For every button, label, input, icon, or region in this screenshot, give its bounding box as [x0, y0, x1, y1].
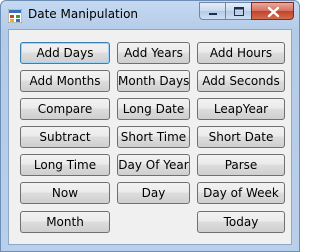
long-time-button[interactable]: Long Time: [20, 154, 110, 176]
minimize-button[interactable]: [199, 2, 225, 20]
app-window: Date Manipulation Add Days Add Years Add…: [0, 0, 300, 252]
day-button[interactable]: Day: [117, 182, 190, 204]
short-time-button[interactable]: Short Time: [117, 126, 190, 148]
form-client-area: Add Days Add Years Add Hours Add Months …: [8, 29, 292, 245]
maximize-button[interactable]: [225, 2, 251, 20]
day-of-week-button[interactable]: Day of Week: [197, 182, 285, 204]
add-hours-button[interactable]: Add Hours: [197, 42, 285, 64]
add-days-button[interactable]: Add Days: [20, 42, 110, 64]
day-of-year-button[interactable]: Day Of Year: [117, 154, 190, 176]
month-days-button[interactable]: Month Days: [117, 70, 190, 92]
short-date-button[interactable]: Short Date: [197, 126, 285, 148]
add-seconds-button[interactable]: Add Seconds: [197, 70, 285, 92]
parse-button[interactable]: Parse: [197, 154, 285, 176]
month-button[interactable]: Month: [20, 211, 110, 233]
close-button[interactable]: [251, 2, 294, 20]
add-years-button[interactable]: Add Years: [117, 42, 190, 64]
app-icon[interactable]: [7, 8, 23, 24]
maximize-icon: [234, 7, 244, 16]
add-months-button[interactable]: Add Months: [20, 70, 110, 92]
title-bar[interactable]: Date Manipulation: [1, 1, 299, 29]
minimize-icon: [209, 13, 217, 15]
now-button[interactable]: Now: [20, 182, 110, 204]
window-controls: [199, 2, 294, 21]
close-icon: [267, 6, 280, 18]
long-date-button[interactable]: Long Date: [117, 98, 190, 120]
subtract-button[interactable]: Subtract: [20, 126, 110, 148]
compare-button[interactable]: Compare: [20, 98, 110, 120]
leap-year-button[interactable]: LeapYear: [197, 98, 285, 120]
today-button[interactable]: Today: [197, 211, 285, 233]
window-title: Date Manipulation: [28, 7, 139, 21]
